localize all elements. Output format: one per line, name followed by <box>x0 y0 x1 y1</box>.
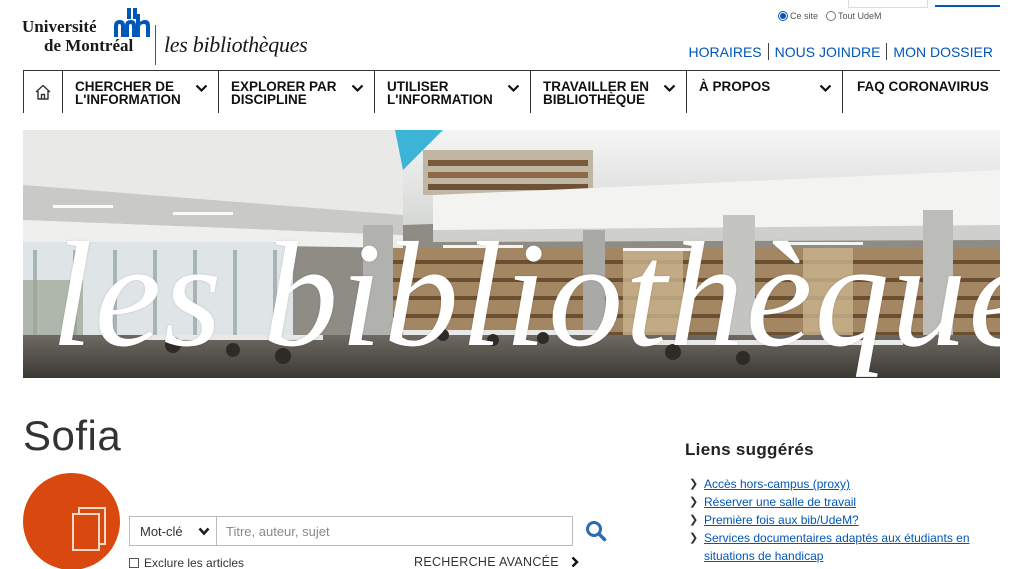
search-type-value: Mot-clé <box>140 523 183 539</box>
chevron-right-icon: ❯ <box>689 478 699 490</box>
top-search-button-edge[interactable] <box>935 0 1000 7</box>
search-scope: Ce site Tout UdeM <box>778 11 890 21</box>
chevron-down-icon <box>819 84 832 93</box>
chevron-down-icon <box>507 84 520 93</box>
chevron-right-icon <box>571 556 579 568</box>
nav-explorer[interactable]: EXPLORER PAR DISCIPLINE <box>219 71 375 113</box>
main-nav: CHERCHER DE L'INFORMATION EXPLORER PAR D… <box>23 70 1000 113</box>
chevron-down-icon <box>351 84 364 93</box>
scope-label: Ce site <box>790 11 819 21</box>
udem-mark-icon <box>114 8 150 37</box>
link-nous-joindre[interactable]: NOUS JOINDRE <box>775 44 881 60</box>
advanced-search-label: RECHERCHE AVANCÉE <box>414 555 559 569</box>
list-item: ❯ Accès hors-campus (proxy) <box>689 475 1005 493</box>
sofia-logo <box>23 473 120 569</box>
link-horaires[interactable]: HORAIRES <box>689 44 762 60</box>
nav-label: DISCIPLINE <box>231 92 307 107</box>
university-name-line2: de Montréal <box>44 36 134 55</box>
hero-banner: les bibliothèques <box>23 130 1000 378</box>
nav-travailler[interactable]: TRAVAILLER EN BIBLIOTHÈQUE <box>531 71 687 113</box>
chevron-down-icon <box>198 527 210 536</box>
nav-utiliser[interactable]: UTILISER L'INFORMATION <box>375 71 531 113</box>
scope-option-ce-site[interactable]: Ce site <box>778 11 818 21</box>
home-icon <box>35 84 51 100</box>
home-button[interactable] <box>23 71 63 113</box>
utility-links: HORAIRES NOUS JOINDRE MON DOSSIER <box>689 43 993 60</box>
university-name-line1: Université <box>22 17 97 36</box>
radio-selected[interactable] <box>778 11 788 21</box>
top-search-field-edge[interactable] <box>848 0 928 8</box>
udem-logo[interactable]: Université de Montréal les bibliothèques <box>22 8 322 65</box>
suggested-links-list: ❯ Accès hors-campus (proxy) ❯ Réserver une… <box>685 475 1005 565</box>
list-item: ❯ Services documentaires adaptés aux étud… <box>689 529 1005 565</box>
nav-label: L'INFORMATION <box>387 92 493 107</box>
chevron-right-icon: ❯ <box>689 514 699 526</box>
exclude-articles-label: Exclure les articles <box>144 556 245 569</box>
advanced-search-link[interactable]: RECHERCHE AVANCÉE <box>414 555 579 569</box>
radio-unselected[interactable] <box>826 11 837 21</box>
link-premiere-fois[interactable]: Première fois aux bib/UdeM? <box>704 513 859 527</box>
nav-a-propos[interactable]: À PROPOS <box>687 71 843 113</box>
list-item: ❯ Réserver une salle de travail <box>689 493 1005 511</box>
divider <box>767 43 769 60</box>
link-services-adaptes[interactable]: Services documentaires adaptés aux étudi… <box>704 531 970 563</box>
sofia-search-bar: Mot-clé <box>129 516 609 546</box>
chevron-right-icon: ❯ <box>689 496 699 508</box>
nav-chercher[interactable]: CHERCHER DE L'INFORMATION <box>63 71 219 113</box>
nav-label: L'INFORMATION <box>75 92 181 107</box>
exclude-articles-option[interactable]: Exclure les articles <box>129 556 244 569</box>
list-item: ❯ Première fois aux bib/UdeM? <box>689 511 1005 529</box>
chevron-right-icon: ❯ <box>689 532 699 544</box>
bibliotheques-wordmark: les bibliothèques <box>164 32 308 57</box>
search-type-select[interactable]: Mot-clé <box>129 516 216 546</box>
nav-label: BIBLIOTHÈQUE <box>543 92 646 107</box>
chevron-down-icon <box>195 84 208 93</box>
hero-title: les bibliothèques <box>51 212 1000 378</box>
divider <box>886 43 888 60</box>
chevron-down-icon <box>663 84 676 93</box>
suggested-links-title: Liens suggérés <box>685 440 814 459</box>
nav-label: FAQ CORONAVIRUS <box>857 79 989 94</box>
exclude-articles-checkbox[interactable] <box>129 558 139 568</box>
logo-divider <box>155 25 156 65</box>
sofia-title: Sofia <box>23 412 122 459</box>
book-icon <box>72 507 106 551</box>
nav-faq-coronavirus[interactable]: FAQ CORONAVIRUS <box>843 71 1000 113</box>
suggested-links: Liens suggérés ❯ Accès hors-campus (proxy… <box>685 440 1005 565</box>
search-button[interactable] <box>583 518 609 544</box>
link-reserver-salle[interactable]: Réserver une salle de travail <box>704 495 856 509</box>
scope-label: Tout UdeM <box>838 11 882 21</box>
scope-option-tout-udem[interactable]: Tout UdeM <box>826 11 882 21</box>
link-acces-hors-campus[interactable]: Accès hors-campus (proxy) <box>704 477 850 491</box>
link-mon-dossier[interactable]: MON DOSSIER <box>893 44 993 60</box>
sofia-search-input[interactable] <box>216 516 573 546</box>
search-icon <box>586 521 607 542</box>
